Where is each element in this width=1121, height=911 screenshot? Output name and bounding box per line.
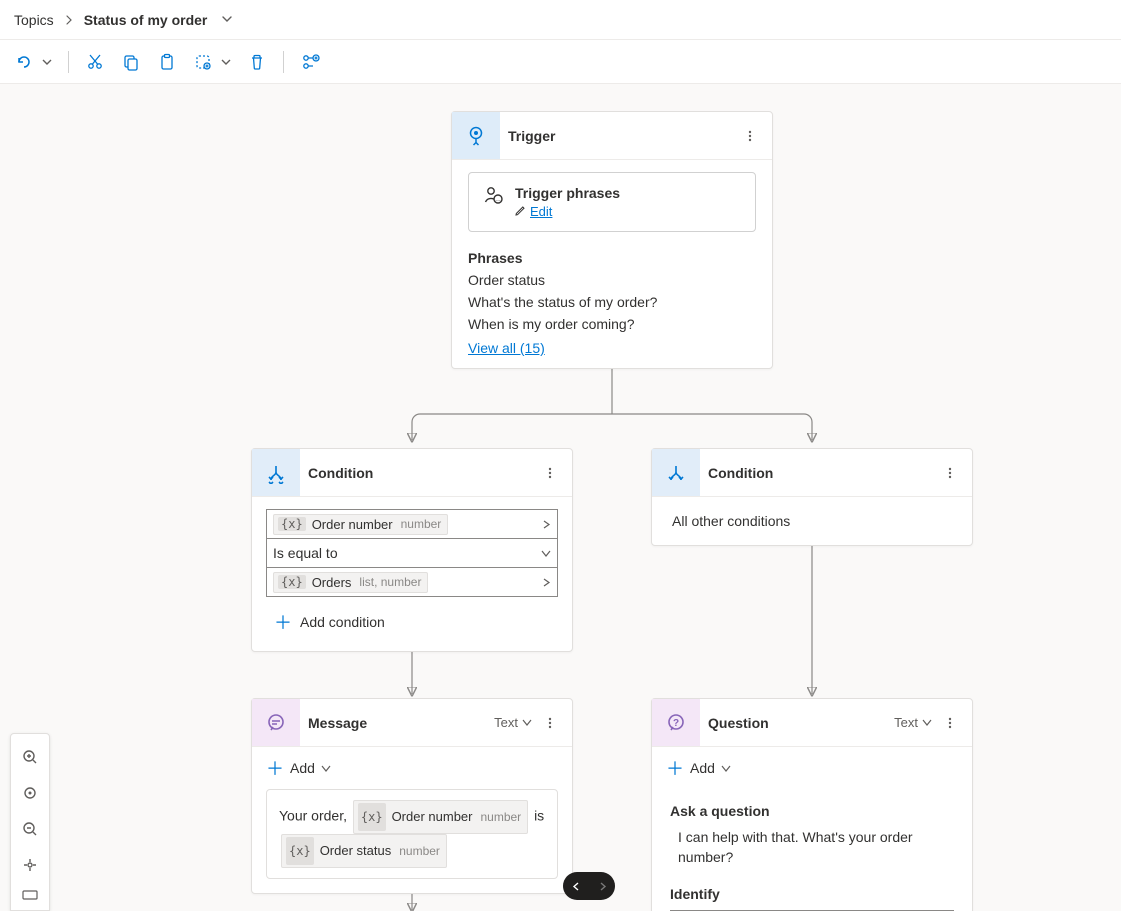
pager-next-button[interactable] <box>589 872 615 900</box>
phrase-item: When is my order coming? <box>468 316 756 332</box>
svg-text:?: ? <box>673 718 679 729</box>
question-title: Question <box>700 715 894 731</box>
person-chat-icon: … <box>483 185 503 219</box>
chevron-right-icon <box>64 12 74 28</box>
phrase-item: Order status <box>468 272 756 288</box>
condition-variable-2[interactable]: {x} Orders list, number <box>266 567 558 597</box>
message-text[interactable]: Your order, {x} Order number number is {… <box>266 789 558 879</box>
chevron-right-icon <box>542 516 551 532</box>
chevron-right-icon <box>542 574 551 590</box>
more-menu-icon[interactable] <box>538 461 562 485</box>
breadcrumb-root[interactable]: Topics <box>14 12 54 28</box>
more-menu-icon[interactable] <box>538 711 562 735</box>
add-condition-label: Add condition <box>300 614 385 630</box>
branch-icon <box>652 449 700 496</box>
pager-prev-button[interactable] <box>563 872 589 900</box>
trigger-phrases-card[interactable]: … Trigger phrases Edit <box>468 172 756 232</box>
undo-button[interactable] <box>10 48 38 76</box>
chevron-down-icon[interactable] <box>221 12 233 28</box>
breadcrumb-current[interactable]: Status of my order <box>84 12 208 28</box>
message-type-tag[interactable]: Text <box>494 715 532 730</box>
trigger-icon <box>452 112 500 159</box>
condition-variable-1[interactable]: {x} Order number number <box>266 509 558 539</box>
breadcrumb: Topics Status of my order <box>0 0 1121 40</box>
add-label: Add <box>690 760 715 776</box>
more-menu-icon[interactable] <box>938 461 962 485</box>
message-node[interactable]: Message Text ＋ Add Your order, {x} Order… <box>251 698 573 894</box>
add-label: Add <box>290 760 315 776</box>
condition-operator[interactable]: Is equal to <box>266 538 558 568</box>
copy-button[interactable] <box>117 48 145 76</box>
undo-dropdown[interactable] <box>38 48 56 76</box>
question-type-tag[interactable]: Text <box>894 715 932 730</box>
identify-heading: Identify <box>670 886 954 902</box>
more-menu-icon[interactable] <box>738 124 762 148</box>
chevron-down-icon <box>721 764 731 773</box>
fit-button[interactable] <box>17 778 43 808</box>
plus-icon: ＋ <box>266 755 284 781</box>
paste-button[interactable] <box>153 48 181 76</box>
message-text-part: Your order, <box>279 808 347 824</box>
variation-pager <box>563 872 615 900</box>
question-add-button[interactable]: ＋ Add <box>652 747 972 789</box>
message-title: Message <box>300 715 494 731</box>
message-icon <box>252 699 300 746</box>
plus-icon: ＋ <box>666 755 684 781</box>
trigger-node[interactable]: Trigger … Trigger phrases Edit <box>451 111 773 369</box>
minimap-button[interactable] <box>17 886 43 904</box>
condition-node-left[interactable]: Condition {x} Order number number <box>251 448 573 652</box>
question-icon: ? <box>652 699 700 746</box>
view-all-link[interactable]: View all (15) <box>468 340 545 356</box>
edit-link[interactable]: Edit <box>530 204 552 219</box>
trigger-title: Trigger <box>500 128 738 144</box>
variable-icon: {x} <box>358 803 386 831</box>
question-text[interactable]: I can help with that. What's your order … <box>678 827 954 868</box>
more-menu-icon[interactable] <box>938 711 962 735</box>
variable-chip: {x} Order status number <box>281 834 447 868</box>
variable-chip: {x} Orders list, number <box>273 572 428 593</box>
toolbar <box>0 40 1121 84</box>
message-text-part: is <box>534 808 544 824</box>
edit-icon <box>515 204 526 219</box>
authoring-canvas[interactable]: Trigger … Trigger phrases Edit <box>0 84 1121 911</box>
condition-title: Condition <box>300 465 538 481</box>
phrases-heading: Phrases <box>468 250 756 266</box>
variable-icon: {x} <box>286 837 314 865</box>
message-add-button[interactable]: ＋ Add <box>252 747 572 789</box>
variable-icon: {x} <box>278 575 306 589</box>
branch-icon <box>252 449 300 496</box>
add-condition-button[interactable]: ＋ Add condition <box>266 597 558 639</box>
svg-text:…: … <box>495 197 501 203</box>
chevron-down-icon <box>321 764 331 773</box>
operator-label: Is equal to <box>273 545 338 561</box>
zoom-out-button[interactable] <box>17 814 43 844</box>
phrase-item: What's the status of my order? <box>468 294 756 310</box>
reset-view-button[interactable] <box>17 850 43 880</box>
cut-button[interactable] <box>81 48 109 76</box>
select-button[interactable] <box>189 48 217 76</box>
else-condition-text: All other conditions <box>672 513 790 529</box>
variables-button[interactable] <box>296 48 324 76</box>
select-dropdown[interactable] <box>217 48 235 76</box>
chevron-down-icon <box>541 545 551 561</box>
zoom-controls <box>10 733 50 911</box>
variable-chip: {x} Order number number <box>353 800 528 834</box>
condition-node-right[interactable]: Condition All other conditions <box>651 448 973 546</box>
variable-chip: {x} Order number number <box>273 514 448 535</box>
delete-button[interactable] <box>243 48 271 76</box>
plus-icon: ＋ <box>274 609 292 635</box>
variable-icon: {x} <box>278 517 306 531</box>
zoom-in-button[interactable] <box>17 742 43 772</box>
ask-question-heading: Ask a question <box>670 803 954 819</box>
question-node[interactable]: ? Question Text ＋ Add Ask a question I c… <box>651 698 973 911</box>
trigger-phrases-heading: Trigger phrases <box>515 185 741 201</box>
condition-title: Condition <box>700 465 938 481</box>
